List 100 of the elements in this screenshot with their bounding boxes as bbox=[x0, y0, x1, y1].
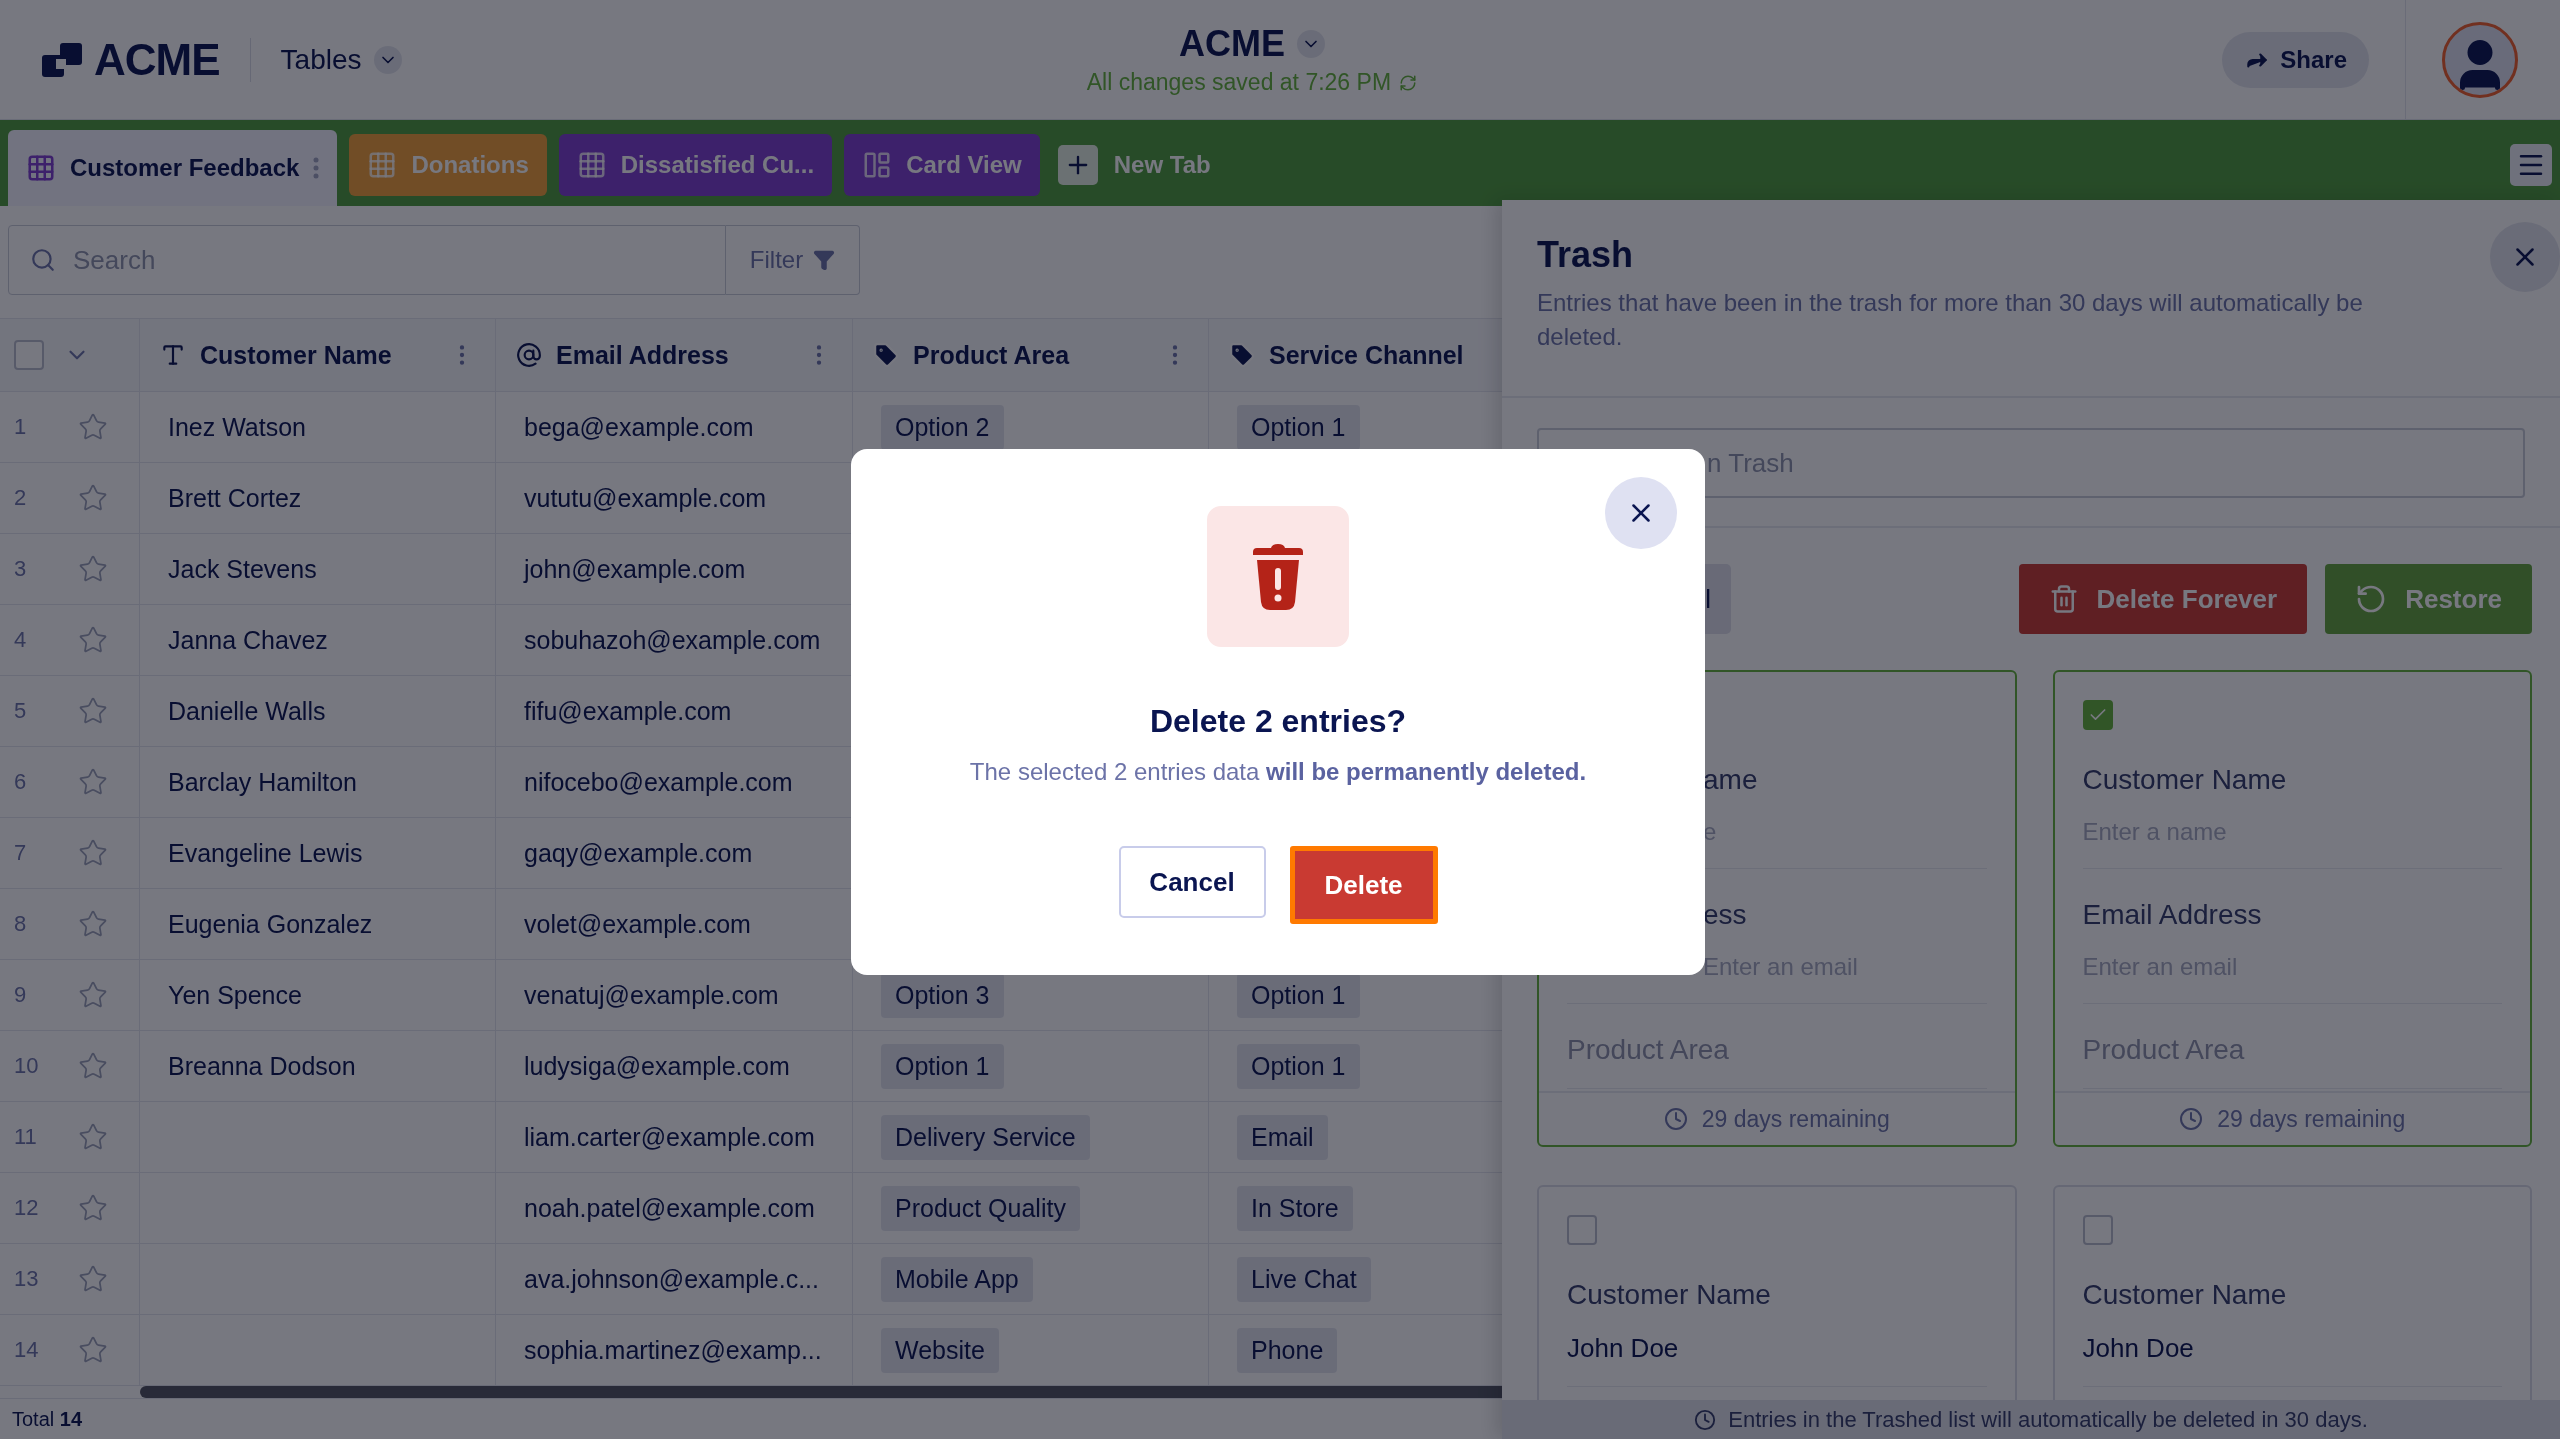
row-number: 8 bbox=[14, 911, 28, 937]
star-icon[interactable] bbox=[78, 483, 108, 513]
field-value: John Doe bbox=[2082, 1333, 2195, 1364]
column-title: Customer Name bbox=[200, 340, 392, 370]
at-sign-icon bbox=[516, 342, 542, 368]
table-cell: sobuhazoh@example.com bbox=[524, 625, 821, 655]
panel-title: Trash bbox=[1537, 234, 1635, 276]
trash-card[interactable]: Customer Name John Doe bbox=[2052, 1185, 2532, 1400]
option-tag: Product Quality bbox=[881, 1185, 1080, 1231]
row-number: 9 bbox=[14, 982, 28, 1008]
star-icon[interactable] bbox=[78, 909, 108, 939]
star-icon[interactable] bbox=[78, 1264, 108, 1294]
checkbox[interactable] bbox=[1567, 1215, 1597, 1245]
table-cell: Evangeline Lewis bbox=[168, 838, 363, 868]
share-button[interactable]: Share bbox=[2222, 31, 2369, 88]
option-tag: Phone bbox=[1237, 1327, 1338, 1373]
form-title-dropdown[interactable]: ACME bbox=[1178, 23, 1325, 65]
logo-text: ACME bbox=[94, 34, 220, 85]
table-cell: Barclay Hamilton bbox=[168, 767, 357, 797]
row-number: 13 bbox=[14, 1266, 40, 1292]
table-cell: gaqy@example.com bbox=[524, 838, 753, 868]
row-number: 10 bbox=[14, 1053, 40, 1079]
star-icon[interactable] bbox=[78, 767, 108, 797]
table-cell: john@example.com bbox=[524, 554, 746, 584]
table-cell: vututu@example.com bbox=[524, 483, 767, 513]
table-cell: nifocebo@example.com bbox=[524, 767, 793, 797]
star-icon[interactable] bbox=[78, 696, 108, 726]
days-remaining: 29 days remaining bbox=[1701, 1105, 1890, 1133]
row-number: 11 bbox=[14, 1124, 38, 1150]
tab[interactable]: Dissatisfied Cu... bbox=[558, 134, 833, 196]
field-label: Customer Name bbox=[2082, 1279, 2288, 1311]
star-icon[interactable] bbox=[78, 554, 108, 584]
row-number: 4 bbox=[14, 627, 28, 653]
checkbox[interactable] bbox=[2082, 1215, 2113, 1245]
tables-dropdown[interactable]: Tables bbox=[280, 43, 402, 76]
new-tab-button[interactable]: New Tab bbox=[1051, 134, 1217, 196]
save-status: All changes saved at 7:26 PM bbox=[1086, 69, 1392, 96]
table-cell: volet@example.com bbox=[524, 909, 751, 939]
option-tag: In Store bbox=[1237, 1185, 1353, 1231]
notice-text: Entries in the Trashed list will automatically be deleted in 30 days. bbox=[1728, 1406, 2368, 1433]
column-header[interactable]: Email Address bbox=[496, 319, 853, 391]
star-icon[interactable] bbox=[78, 1122, 108, 1152]
grid-icon bbox=[26, 153, 56, 183]
card-layout-icon bbox=[862, 150, 893, 180]
option-tag: Option 1 bbox=[1237, 404, 1360, 450]
column-header[interactable]: Customer Name bbox=[140, 319, 496, 391]
total-count: Total 14 bbox=[12, 1407, 83, 1431]
option-tag: Website bbox=[881, 1327, 999, 1373]
column-title: Email Address bbox=[556, 340, 729, 370]
days-remaining: 29 days remaining bbox=[2217, 1105, 2406, 1133]
clock-icon bbox=[2179, 1107, 2204, 1131]
text-field-icon bbox=[160, 342, 186, 368]
checkbox[interactable] bbox=[2082, 700, 2113, 730]
tab[interactable]: Customer Feedback bbox=[8, 130, 338, 206]
search-icon bbox=[30, 247, 56, 273]
delete-forever-button[interactable]: Delete Forever bbox=[2018, 564, 2308, 634]
restore-button[interactable]: Restore bbox=[2325, 564, 2532, 634]
clock-icon bbox=[1694, 1408, 1717, 1431]
filter-button[interactable]: Filter bbox=[726, 225, 860, 295]
option-tag: Option 1 bbox=[1237, 972, 1360, 1018]
row-number: 1 bbox=[14, 414, 28, 440]
column-header[interactable]: Product Area bbox=[853, 319, 1209, 391]
menu-button[interactable] bbox=[2510, 144, 2552, 186]
row-number: 6 bbox=[14, 769, 28, 795]
filter-icon bbox=[813, 249, 836, 271]
star-icon[interactable] bbox=[78, 625, 108, 655]
star-icon[interactable] bbox=[78, 1193, 108, 1223]
option-tag: Delivery Service bbox=[881, 1114, 1090, 1160]
table-cell: Brett Cortez bbox=[168, 483, 302, 513]
tab[interactable]: Card View bbox=[844, 134, 1040, 196]
column-title: Product Area bbox=[913, 340, 1070, 370]
more-icon[interactable] bbox=[313, 157, 320, 179]
row-number: 2 bbox=[14, 485, 28, 511]
table-cell: Danielle Walls bbox=[168, 696, 326, 726]
star-icon[interactable] bbox=[78, 1051, 108, 1081]
option-tag: Option 1 bbox=[881, 1043, 1004, 1089]
table-cell: liam.carter@example.com bbox=[524, 1122, 815, 1152]
row-number: 14 bbox=[14, 1337, 40, 1363]
delete-button[interactable]: Delete bbox=[1289, 846, 1438, 924]
table-cell: bega@example.com bbox=[524, 412, 754, 442]
tag-icon bbox=[873, 342, 899, 368]
star-icon[interactable] bbox=[78, 980, 108, 1010]
star-icon[interactable] bbox=[78, 838, 108, 868]
field-value: John Doe bbox=[1567, 1333, 1680, 1364]
grid-icon bbox=[367, 150, 398, 180]
refresh-icon bbox=[1399, 73, 1418, 92]
table-cell: venatuj@example.com bbox=[524, 980, 779, 1010]
select-all-checkbox[interactable] bbox=[14, 340, 44, 370]
table-cell: noah.patel@example.com bbox=[524, 1193, 815, 1223]
star-icon[interactable] bbox=[78, 1335, 108, 1365]
table-cell: ludysiga@example.com bbox=[524, 1051, 790, 1081]
star-icon[interactable] bbox=[78, 412, 108, 442]
cancel-button[interactable]: Cancel bbox=[1118, 846, 1266, 918]
table-cell: sophia.martinez@examp... bbox=[524, 1335, 822, 1365]
trash-card[interactable]: Customer Name John Doe bbox=[1537, 1185, 2017, 1400]
option-tag: Option 2 bbox=[881, 404, 1004, 450]
table-cell: ava.johnson@example.c... bbox=[524, 1264, 819, 1294]
table-cell: Yen Spence bbox=[168, 980, 302, 1010]
table-cell: Eugenia Gonzalez bbox=[168, 909, 373, 939]
row-number: 7 bbox=[14, 840, 28, 866]
